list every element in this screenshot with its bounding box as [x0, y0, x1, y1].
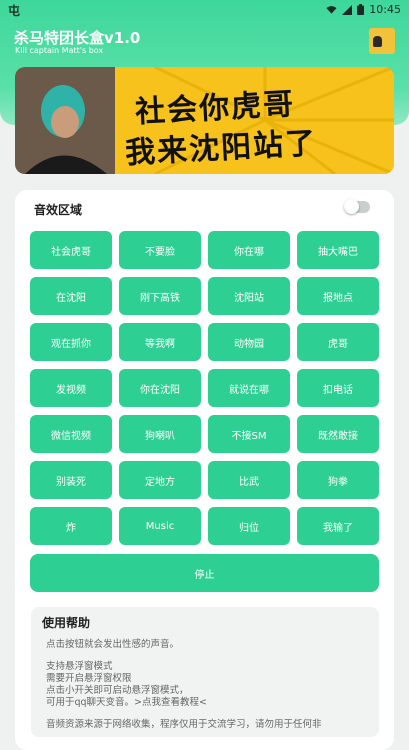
sound-button[interactable]: 扣电话: [297, 369, 379, 407]
sound-button[interactable]: 狗拳: [297, 461, 379, 499]
sound-button[interactable]: 发视频: [30, 369, 112, 407]
sound-button[interactable]: 就说在哪: [208, 369, 290, 407]
status-notification-glyph: 屯: [8, 4, 21, 18]
sound-button[interactable]: 在沈阳: [30, 277, 112, 315]
signal-icon: [342, 4, 353, 15]
app-title: 杀马特团长盒v1.0: [14, 29, 141, 47]
sound-button[interactable]: 微信视频: [30, 415, 112, 453]
help-text-disclaimer: 音频资源来源于网络收集，程序仅用于交流学习，请勿用于任何非: [46, 719, 322, 730]
help-text-3: 需要开启悬浮窗权限: [46, 673, 132, 684]
sound-button[interactable]: 等我啊: [119, 323, 201, 361]
sound-button-grid: 社会虎哥 不要脸 你在哪 抽大嘴巴在沈阳 刚下高铁 沈阳站 报地点观在抓你 等我啊 动物园 虎哥发…: [30, 231, 380, 545]
sound-button[interactable]: 动物园: [208, 323, 290, 361]
sound-button[interactable]: 不要脸: [119, 231, 201, 269]
help-title: 使用帮助: [42, 616, 91, 630]
app-subtitle: Kill captain Matt's box: [15, 46, 104, 55]
help-text-2: 支持悬浮窗模式: [46, 661, 113, 672]
wifi-icon: [326, 5, 337, 14]
sound-button[interactable]: 不接SM: [208, 415, 290, 453]
sound-button[interactable]: 报地点: [297, 277, 379, 315]
help-text-1: 点击按钮就会发出性感的声音。: [46, 639, 180, 650]
stop-button[interactable]: 停止: [30, 554, 379, 592]
sound-button[interactable]: 我输了: [297, 507, 379, 545]
floating-window-toggle[interactable]: [344, 199, 370, 214]
sound-area-title: 音效区域: [34, 203, 83, 217]
toggle-knob: [344, 199, 359, 214]
sound-button[interactable]: 抽大嘴巴: [297, 231, 379, 269]
sound-button[interactable]: 刚下高铁: [119, 277, 201, 315]
help-tutorial-link[interactable]: 可用于qq聊天变音。>点我查看教程<: [46, 697, 207, 709]
sound-button[interactable]: 你在哪: [208, 231, 290, 269]
sound-button[interactable]: 定地方: [119, 461, 201, 499]
sound-button[interactable]: 炸: [30, 507, 112, 545]
sound-button[interactable]: 比武: [208, 461, 290, 499]
battery-icon: [357, 4, 365, 15]
sound-button[interactable]: 观在抓你: [30, 323, 112, 361]
sound-button[interactable]: 归位: [208, 507, 290, 545]
sound-button[interactable]: 你在沈阳: [119, 369, 201, 407]
sound-button[interactable]: Music: [119, 507, 201, 545]
app-logo-badge[interactable]: [369, 28, 395, 54]
banner-image: 社会你虎哥 我来沈阳站了: [15, 67, 394, 174]
status-time: 10:45: [369, 3, 401, 16]
sound-button[interactable]: 别装死: [30, 461, 112, 499]
sound-button[interactable]: 既然敢接: [297, 415, 379, 453]
sound-button[interactable]: 虎哥: [297, 323, 379, 361]
sound-button[interactable]: 狗喇叭: [119, 415, 201, 453]
sound-button[interactable]: 社会虎哥: [30, 231, 112, 269]
help-text-4: 点击小开关即可启动悬浮窗模式，: [46, 685, 189, 696]
sound-button[interactable]: 沈阳站: [208, 277, 290, 315]
avatar-silhouette-icon: [373, 36, 382, 47]
status-bar: 屯 10:45: [0, 0, 409, 20]
